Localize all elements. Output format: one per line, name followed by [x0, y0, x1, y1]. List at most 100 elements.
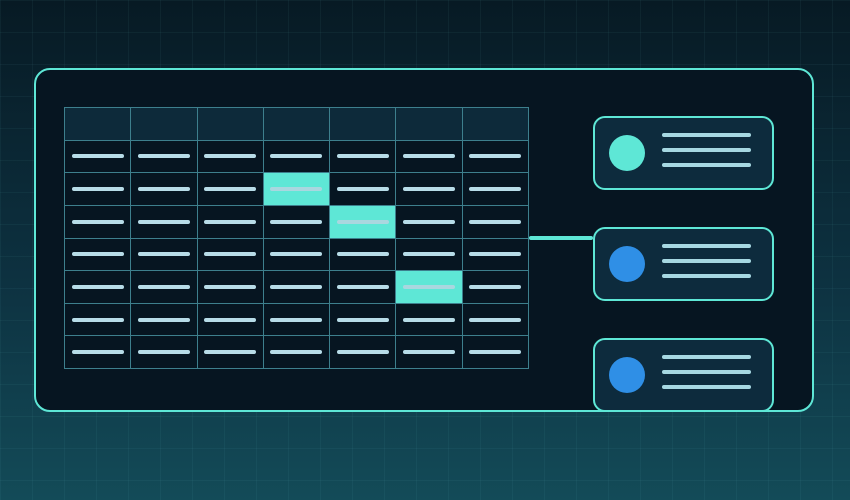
table-cell[interactable] [462, 238, 529, 272]
cell-text-placeholder [71, 252, 124, 257]
table-cell[interactable] [330, 336, 397, 369]
table-cell[interactable] [131, 238, 198, 272]
text-line [662, 385, 751, 389]
table-cell[interactable] [396, 173, 463, 206]
table-cell[interactable] [330, 173, 397, 206]
header-cell[interactable] [197, 108, 264, 141]
table-cell[interactable] [65, 205, 132, 239]
cell-text-placeholder [71, 154, 124, 159]
table-cell[interactable] [65, 238, 132, 272]
table-cell[interactable] [462, 205, 529, 239]
cell-text-placeholder [336, 284, 389, 289]
cell-text-placeholder [71, 350, 124, 355]
cell-text-placeholder [336, 154, 389, 159]
avatar [609, 135, 645, 171]
table-cell[interactable] [65, 336, 132, 369]
table-cell[interactable] [131, 271, 198, 304]
cell-text-placeholder [137, 284, 190, 289]
table-cell[interactable] [197, 140, 264, 174]
text-line [662, 274, 751, 278]
cell-text-placeholder [204, 154, 257, 159]
table-cell[interactable] [330, 140, 397, 174]
table-cell[interactable] [131, 140, 198, 174]
cell-text-placeholder [403, 252, 456, 257]
cell-text-placeholder [336, 350, 389, 355]
table-cell[interactable] [65, 303, 132, 337]
text-line [662, 355, 751, 359]
cell-text-placeholder [270, 219, 323, 224]
highlighted-cell[interactable] [330, 205, 397, 239]
table-cell[interactable] [197, 173, 264, 206]
table-cell[interactable] [263, 238, 331, 272]
cell-text-placeholder [270, 187, 323, 192]
table-cell[interactable] [131, 205, 198, 239]
cell-text-placeholder [270, 154, 323, 159]
cell-text-placeholder [270, 317, 323, 322]
cell-text-placeholder [204, 350, 257, 355]
header-cell[interactable] [131, 108, 198, 141]
header-cell[interactable] [263, 108, 331, 141]
text-line [662, 163, 751, 167]
table-cell[interactable] [396, 336, 463, 369]
table-cell[interactable] [396, 303, 463, 337]
header-cell[interactable] [330, 108, 397, 141]
cell-text-placeholder [204, 219, 257, 224]
table-cell[interactable] [263, 271, 331, 304]
table-cell[interactable] [462, 140, 529, 174]
text-line [662, 133, 751, 137]
table-cell[interactable] [330, 238, 397, 272]
profile-card-2[interactable] [593, 227, 774, 301]
table-cell[interactable] [197, 303, 264, 337]
table-cell[interactable] [396, 140, 463, 174]
table-cell[interactable] [330, 271, 397, 304]
table-cell[interactable] [65, 173, 132, 206]
table-cell[interactable] [263, 140, 331, 174]
highlighted-cell[interactable] [263, 173, 331, 206]
table-cell[interactable] [263, 336, 331, 369]
table-cell[interactable] [65, 140, 132, 174]
table-cell[interactable] [330, 303, 397, 337]
cell-text-placeholder [403, 317, 456, 322]
table-cell[interactable] [462, 271, 529, 304]
header-cell[interactable] [462, 108, 529, 141]
table-cell[interactable] [131, 303, 198, 337]
cell-text-placeholder [137, 187, 190, 192]
cell-text-placeholder [403, 284, 456, 289]
table-cell[interactable] [131, 336, 198, 369]
header-cell[interactable] [65, 108, 132, 141]
cell-text-placeholder [270, 252, 323, 257]
highlighted-cell[interactable] [396, 271, 463, 304]
cell-text-placeholder [71, 187, 124, 192]
table-cell[interactable] [197, 336, 264, 369]
table-cell[interactable] [65, 271, 132, 304]
text-line [662, 244, 751, 248]
cell-text-placeholder [204, 317, 257, 322]
table-cell[interactable] [462, 336, 529, 369]
table-cell[interactable] [263, 205, 331, 239]
cell-text-placeholder [403, 219, 456, 224]
table-cell[interactable] [197, 205, 264, 239]
cell-text-placeholder [469, 219, 522, 224]
profile-card-3[interactable] [593, 338, 774, 412]
table-cell[interactable] [396, 238, 463, 272]
cell-text-placeholder [137, 219, 190, 224]
cell-text-placeholder [469, 187, 522, 192]
cell-text-placeholder [469, 284, 522, 289]
cell-text-placeholder [403, 154, 456, 159]
cell-text-placeholder [71, 284, 124, 289]
avatar [609, 246, 645, 282]
header-cell[interactable] [396, 108, 463, 141]
cell-text-placeholder [204, 284, 257, 289]
table-cell[interactable] [396, 205, 463, 239]
table-cell[interactable] [197, 271, 264, 304]
table-cell[interactable] [197, 238, 264, 272]
cell-text-placeholder [469, 350, 522, 355]
table-cell[interactable] [462, 173, 529, 206]
cell-text-placeholder [403, 350, 456, 355]
cell-text-placeholder [204, 252, 257, 257]
cell-text-placeholder [336, 187, 389, 192]
profile-card-1[interactable] [593, 116, 774, 190]
table-cell[interactable] [462, 303, 529, 337]
table-cell[interactable] [263, 303, 331, 337]
table-cell[interactable] [131, 173, 198, 206]
